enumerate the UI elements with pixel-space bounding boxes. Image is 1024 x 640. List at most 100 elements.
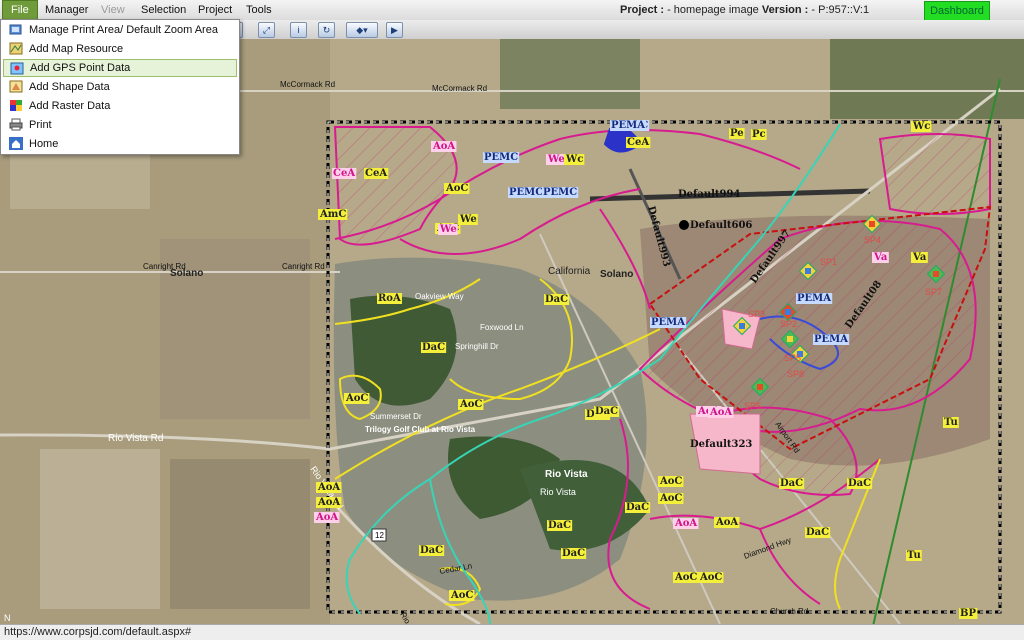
sample-point-label: SP7 xyxy=(925,287,942,297)
project-label: Project : xyxy=(620,4,665,16)
soil-unit-label: Wc xyxy=(912,121,930,132)
soil-unit-label: AoA xyxy=(317,482,340,493)
sample-point-label: SP6 xyxy=(744,401,761,411)
soil-unit-label: DaC xyxy=(422,342,445,353)
refresh-icon[interactable]: ↻ xyxy=(318,22,335,38)
menu-file[interactable]: File xyxy=(2,0,38,20)
full-extent-icon[interactable]: ⤢ xyxy=(258,22,275,38)
print-area-icon xyxy=(9,23,23,36)
menu-item-add-raster-data[interactable]: Add Raster Data xyxy=(3,97,235,115)
soil-unit-label: AoC xyxy=(445,183,468,194)
soil-unit-label: We xyxy=(547,154,565,165)
shape-data-icon xyxy=(9,80,23,93)
soil-unit-label: DaC xyxy=(562,548,585,559)
default-label: Default994 xyxy=(678,189,740,200)
menu-manager[interactable]: Manager xyxy=(37,0,96,20)
sample-point-label: SP2 xyxy=(780,319,797,329)
road-label: Springhill Dr xyxy=(455,342,499,351)
soil-unit-label: Tu xyxy=(907,550,921,561)
soil-unit-label: DaC xyxy=(548,520,571,531)
soil-unit-label: Pc xyxy=(752,129,766,140)
menu-item-add-gps-point-data[interactable]: Add GPS Point Data xyxy=(3,59,237,77)
menu-item-add-shape-data[interactable]: Add Shape Data xyxy=(3,78,235,96)
place-label: California xyxy=(548,266,591,277)
road-label: Foxwood Ln xyxy=(480,323,524,332)
layers-icon[interactable]: ◆▾ xyxy=(346,22,378,38)
soil-unit-label: AoA xyxy=(709,407,732,418)
soil-unit-label: PEMC xyxy=(543,187,577,198)
green-field xyxy=(830,39,1024,119)
dashboard-button[interactable]: Dashboard xyxy=(924,1,990,21)
road-label: Summerset Dr xyxy=(370,412,422,421)
default-label: Default323 xyxy=(690,439,752,450)
menu-item-manage-print-area[interactable]: Manage Print Area/ Default Zoom Area xyxy=(3,21,235,39)
soil-unit-label: CeA xyxy=(333,168,355,179)
soil-unit-label: CeA xyxy=(627,137,649,148)
soil-unit-label: DaC xyxy=(848,478,871,489)
version-value: - P:957::V:1 xyxy=(811,4,870,16)
road-label: Canright Rd xyxy=(282,262,325,271)
menu-bar: File Manager View Selection Project Tool… xyxy=(0,0,1024,21)
menu-view[interactable]: View xyxy=(93,0,133,20)
menu-item-label: Add Map Resource xyxy=(29,43,124,55)
default-label: Default606 xyxy=(690,220,752,231)
soil-unit-label: DaC xyxy=(595,406,618,417)
field-parcel xyxy=(170,459,310,609)
field-parcel xyxy=(40,449,160,609)
identify-icon[interactable]: i xyxy=(290,22,307,38)
soil-unit-label: AoC xyxy=(674,572,697,583)
soil-unit-label: PEMA xyxy=(651,317,685,328)
project-info: Project : - homepage image Version : - P… xyxy=(620,0,869,20)
sample-point-label: SP4 xyxy=(864,235,881,245)
gps-point-icon xyxy=(10,62,24,75)
soil-unit-label: DaC xyxy=(545,294,568,305)
soil-unit-label: Wc xyxy=(565,154,583,165)
soil-unit-label: Va xyxy=(873,252,888,263)
soil-unit-label: AoA xyxy=(674,518,697,529)
soil-unit-label: DaC xyxy=(780,478,803,489)
road-label: McCormack Rd xyxy=(432,84,487,93)
soil-unit-label: AoC xyxy=(659,493,682,504)
soil-unit-label: AoA xyxy=(432,141,455,152)
printer-icon xyxy=(9,118,23,131)
menu-item-label: Add Raster Data xyxy=(29,100,111,112)
soil-unit-label: DaC xyxy=(420,545,443,556)
next-icon[interactable]: ▶ xyxy=(386,22,403,38)
menu-item-label: Home xyxy=(29,138,59,150)
menu-item-home[interactable]: Home xyxy=(3,135,235,153)
soil-unit-label: PEMC xyxy=(484,152,518,163)
menu-item-print[interactable]: Print xyxy=(3,116,235,134)
raster-data-icon xyxy=(9,99,23,112)
project-value: - homepage image xyxy=(667,4,759,16)
soil-unit-label: BP xyxy=(960,608,976,619)
map-resource-icon xyxy=(9,42,23,55)
place-label: Solano xyxy=(600,269,633,280)
menu-item-label: Print xyxy=(29,119,52,131)
status-url: https://www.corpsjd.com/default.aspx# xyxy=(4,626,192,638)
road-label: Rio Vista Rd xyxy=(108,433,163,444)
soil-unit-label: AoA xyxy=(315,512,338,523)
north-arrow: N xyxy=(4,613,11,623)
highway-shield-label: 12 xyxy=(375,531,384,540)
soil-unit-label: DaC xyxy=(626,502,649,513)
menu-selection[interactable]: Selection xyxy=(133,0,194,20)
place-label: Rio Vista xyxy=(545,469,588,480)
home-icon xyxy=(9,137,23,150)
soil-unit-label: AoC xyxy=(450,590,473,601)
soil-polygon-hatched xyxy=(878,133,991,215)
place-label: Trilogy Golf Club at Rio Vista xyxy=(365,425,476,434)
soil-unit-label: PEMA xyxy=(814,334,848,345)
soil-unit-label: AoA xyxy=(317,497,340,508)
road-label: Rio Vista xyxy=(540,487,576,497)
soil-unit-label: We xyxy=(439,224,457,235)
soil-unit-label: Tu xyxy=(944,417,958,428)
green-field xyxy=(500,39,640,109)
road-label: Oakview Way xyxy=(415,292,464,301)
soil-unit-label: AoC xyxy=(659,476,682,487)
menu-item-add-map-resource[interactable]: Add Map Resource xyxy=(3,40,235,58)
menu-tools[interactable]: Tools xyxy=(238,0,280,20)
status-bar: https://www.corpsjd.com/default.aspx# xyxy=(0,624,1024,640)
soil-unit-label: We xyxy=(459,214,477,225)
soil-unit-label: DaC xyxy=(806,527,829,538)
menu-project[interactable]: Project xyxy=(190,0,240,20)
